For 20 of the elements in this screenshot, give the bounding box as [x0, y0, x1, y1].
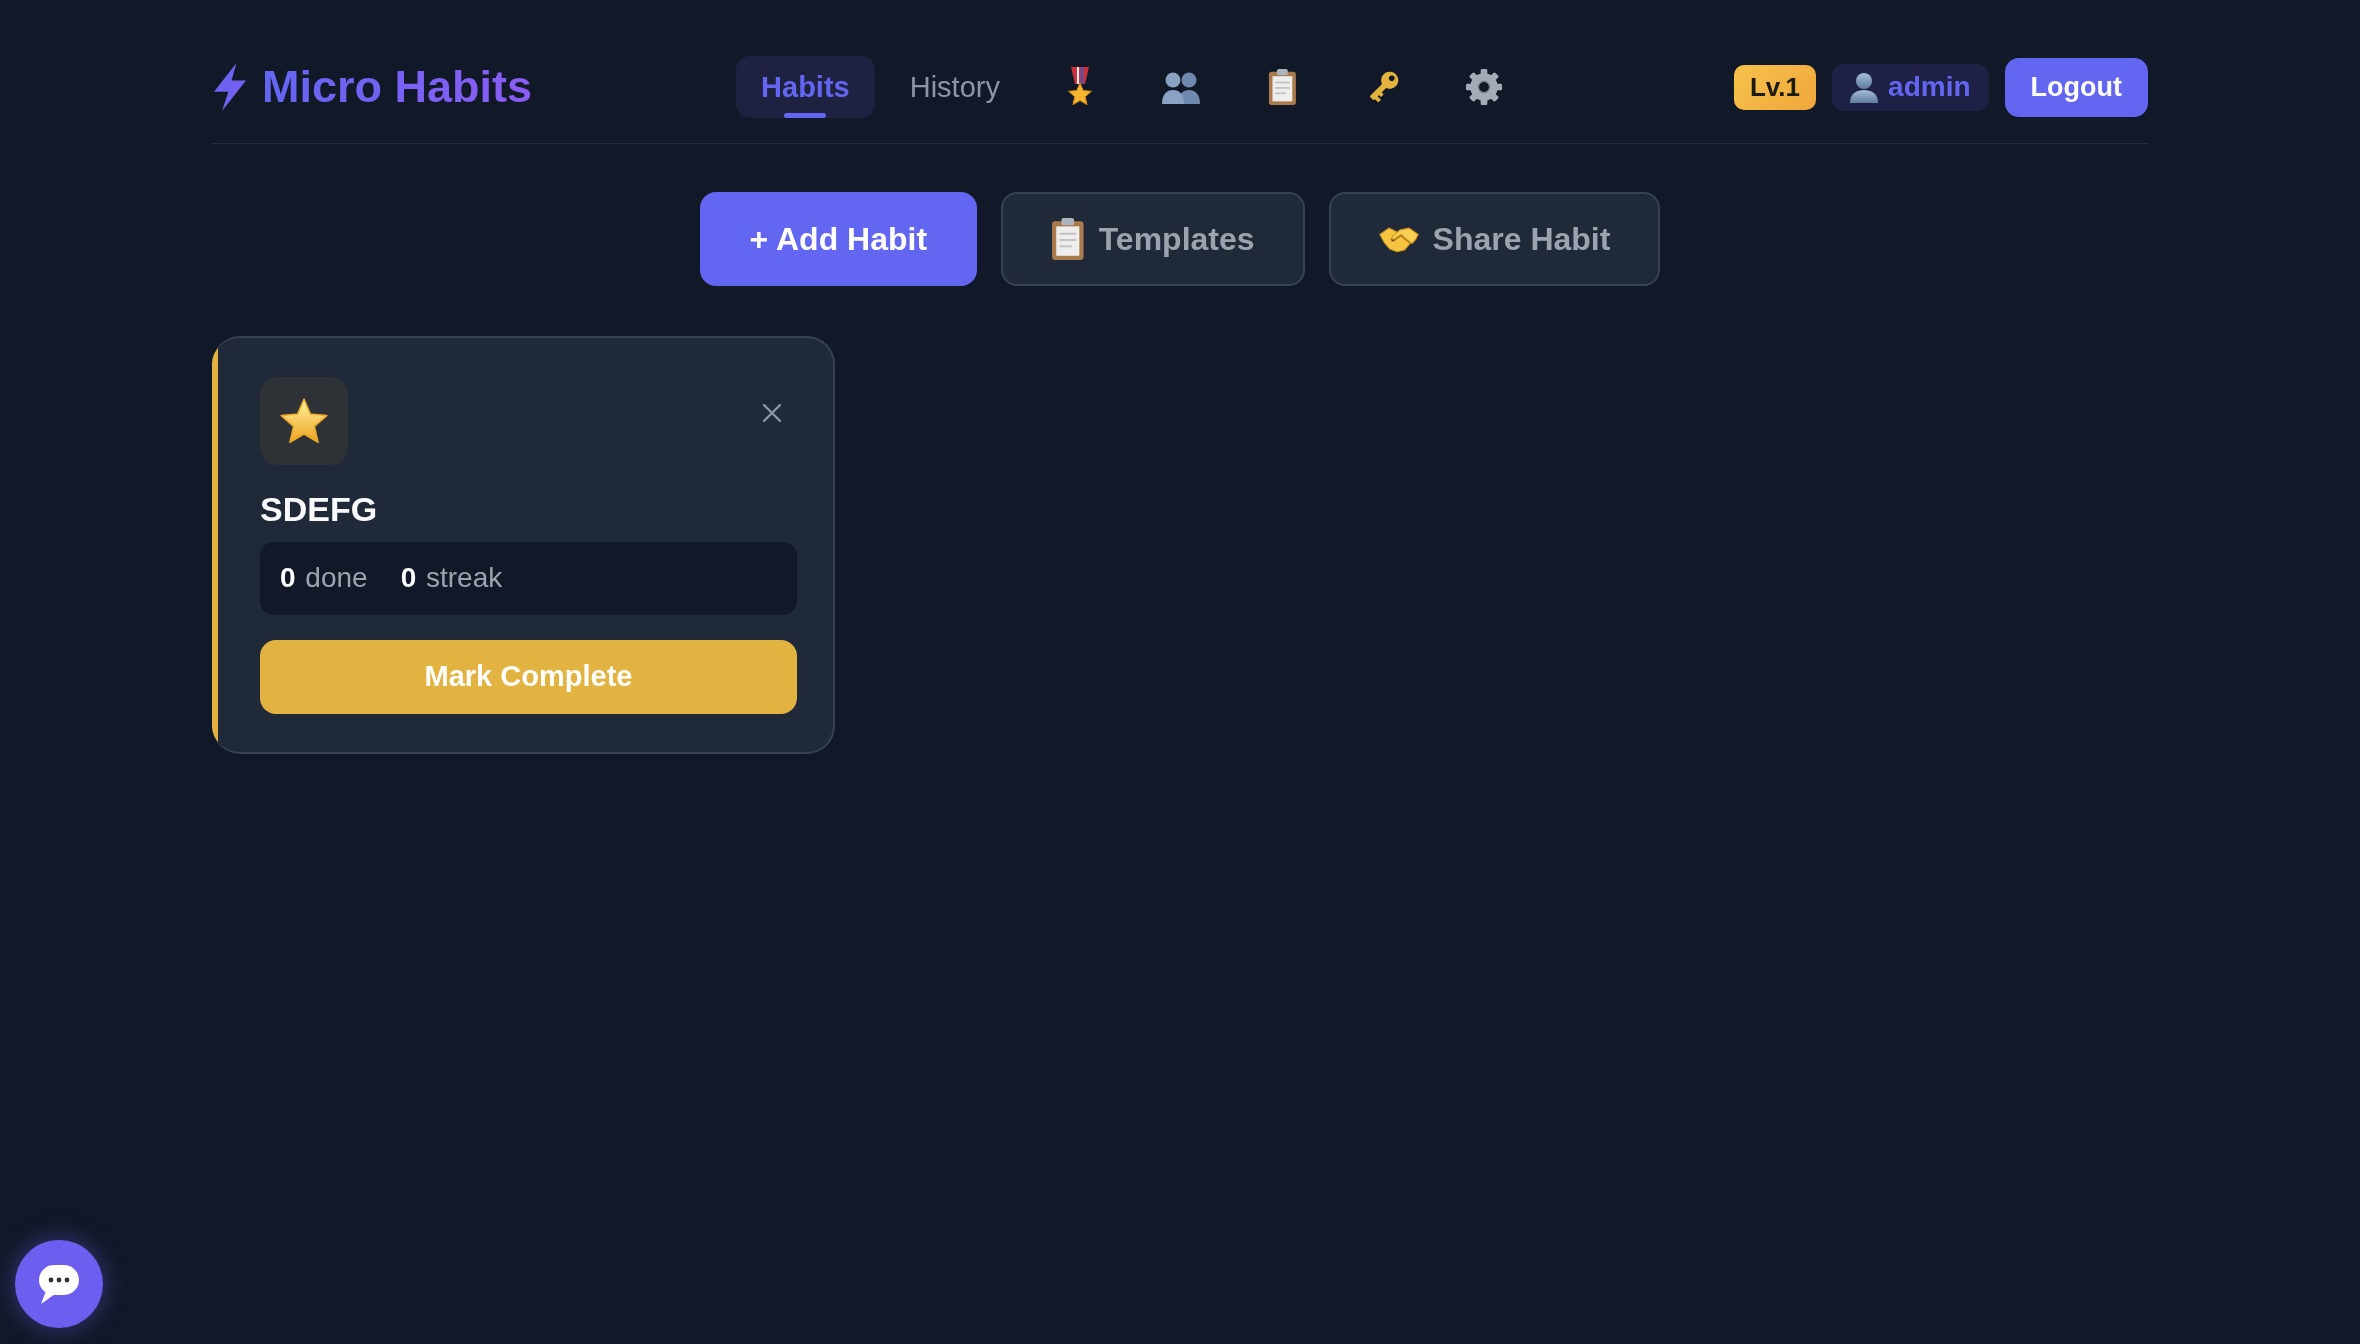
settings-icon — [1465, 68, 1504, 106]
chat-button[interactable] — [15, 1240, 103, 1328]
lightning-icon — [212, 63, 248, 111]
close-icon — [762, 403, 782, 423]
person-icon — [1848, 71, 1881, 103]
stat-text: 0 done — [280, 562, 368, 595]
logout-button[interactable]: Logout — [2004, 57, 2148, 117]
stat-text: 0 streak — [400, 562, 503, 595]
habit-name: SDEFG — [260, 489, 379, 530]
add-habit-button[interactable]: + Add Habit — [699, 192, 978, 286]
speech-bubble-icon — [36, 1263, 82, 1305]
people-icon — [1161, 70, 1202, 104]
level-badge: Lv.1 — [1733, 64, 1817, 110]
nav-tab[interactable]: Habits — [736, 56, 875, 118]
username: admin — [1888, 71, 1971, 103]
clipboard-icon — [1051, 218, 1085, 260]
nav-tab[interactable]: History — [884, 56, 1025, 118]
action-button[interactable]: Share Habit — [1328, 192, 1661, 286]
clipboard-icon — [1268, 69, 1297, 105]
action-button[interactable]: Templates — [1001, 192, 1305, 286]
